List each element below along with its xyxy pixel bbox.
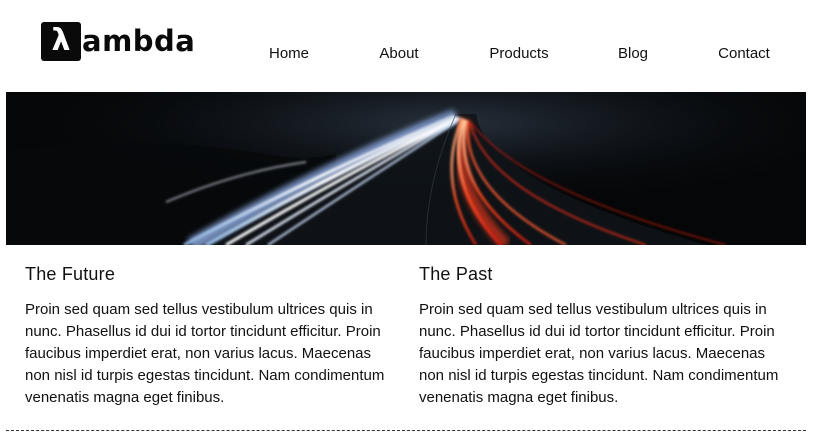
section-title: The Past: [419, 264, 493, 284]
section-body: Proin sed quam sed tellus vestibulum ult…: [419, 301, 779, 406]
section-body: Proin sed quam sed tellus vestibulum ult…: [25, 301, 385, 406]
nav-blog[interactable]: Blog: [618, 45, 648, 62]
section-title: The Future: [25, 264, 116, 284]
section-the-future: The Future Proin sed quam sed tellus ves…: [25, 264, 395, 409]
light-trails-illustration: [6, 92, 806, 245]
main-nav: Home About Products Blog Contact: [0, 45, 814, 65]
nav-about[interactable]: About: [379, 45, 418, 62]
section-the-past: The Past Proin sed quam sed tellus vesti…: [419, 264, 789, 409]
site-header: λ ambda Home About Products Blog Contact: [0, 0, 814, 92]
nav-contact[interactable]: Contact: [718, 45, 770, 62]
nav-products[interactable]: Products: [489, 45, 548, 62]
nav-home[interactable]: Home: [269, 45, 309, 62]
hero-image: [6, 92, 806, 245]
dashed-divider: [6, 430, 806, 431]
